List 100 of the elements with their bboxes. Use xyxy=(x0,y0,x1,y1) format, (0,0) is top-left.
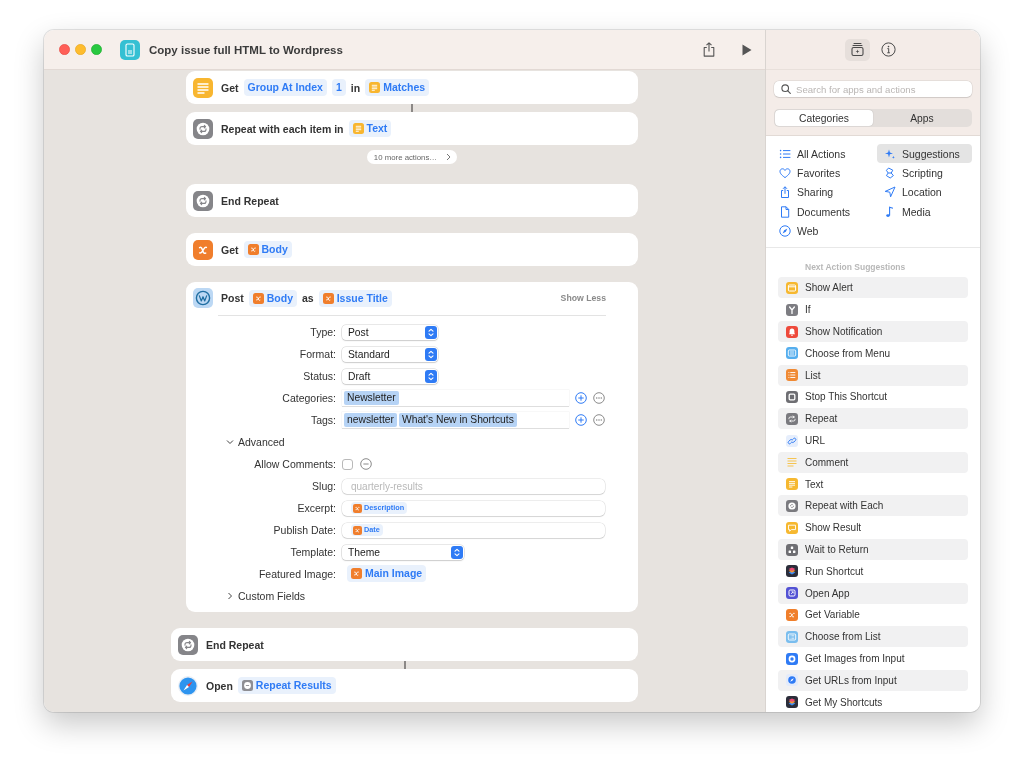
segment-tab[interactable]: Apps xyxy=(873,110,971,126)
list-icon xyxy=(779,147,791,160)
variable-icon xyxy=(247,244,259,255)
variable-icon xyxy=(353,525,362,535)
disclosure-button[interactable]: Advanced xyxy=(226,431,285,453)
list-icon xyxy=(786,630,798,643)
minus-circle-icon[interactable] xyxy=(360,458,372,470)
share-icon[interactable] xyxy=(703,42,715,57)
wordpress-logo-icon xyxy=(193,288,213,308)
layers-icon xyxy=(786,565,798,578)
popup-button[interactable]: Standard xyxy=(342,346,438,362)
variable-token[interactable]: Main Image xyxy=(347,565,427,582)
action-item[interactable]: Comment xyxy=(778,451,968,473)
document-icon xyxy=(120,39,140,60)
category-item[interactable]: Documents xyxy=(772,201,877,222)
search-field[interactable]: Search for apps and actions xyxy=(774,81,972,97)
action-label: Open xyxy=(206,679,233,692)
field-label: Allow Comments: xyxy=(254,458,336,470)
action-item[interactable]: Show Notification xyxy=(778,321,968,343)
action-item[interactable]: Run Shortcut xyxy=(778,560,968,582)
parameter-token[interactable]: 1 xyxy=(331,79,346,96)
chevron-right-icon xyxy=(446,153,452,161)
library-button[interactable] xyxy=(845,38,870,61)
category-item[interactable]: Web xyxy=(772,221,877,241)
layers-icon xyxy=(786,696,798,709)
list-icon xyxy=(786,369,798,382)
variable-icon xyxy=(786,608,798,621)
tag-token[interactable]: Newsletter xyxy=(344,391,399,405)
action-item[interactable]: Text xyxy=(778,473,968,495)
ellipsis-circle-icon[interactable] xyxy=(593,392,605,404)
action-item[interactable]: Get Variable xyxy=(778,604,968,626)
variable-icon xyxy=(193,239,213,260)
ellipsis-circle-icon[interactable] xyxy=(593,414,605,426)
action-item[interactable]: Get Images from Input xyxy=(778,648,968,670)
action-label: Post xyxy=(221,292,244,304)
action-label: End Repeat xyxy=(206,638,264,651)
repeat-icon xyxy=(786,412,798,425)
variable-token[interactable]: Issue Title xyxy=(318,289,392,307)
category-item[interactable]: Sharing xyxy=(772,182,877,202)
field-label: Slug: xyxy=(312,480,336,492)
action-item[interactable]: Repeat with Each xyxy=(778,495,968,517)
close-icon[interactable] xyxy=(59,44,70,55)
show-less-button[interactable]: Show Less xyxy=(560,293,606,303)
action-item[interactable]: Get URLs from Input xyxy=(778,669,968,691)
action-label: End Repeat xyxy=(221,194,279,207)
variable-icon xyxy=(353,503,362,513)
action-item[interactable]: Choose from Menu xyxy=(778,342,968,364)
popup-button[interactable]: Post xyxy=(342,324,438,340)
action-item[interactable]: URL xyxy=(778,430,968,452)
segment-tab[interactable]: Categories xyxy=(775,110,873,126)
minimize-icon[interactable] xyxy=(75,44,86,55)
category-item[interactable]: Scripting xyxy=(877,163,972,183)
action-item[interactable]: Stop This Shortcut xyxy=(778,386,968,408)
action-item[interactable]: If xyxy=(778,299,968,321)
speech-bubble-icon xyxy=(786,521,798,534)
plus-circle-icon[interactable] xyxy=(575,414,587,426)
circle-icon xyxy=(786,652,798,665)
category-item[interactable]: Suggestions xyxy=(877,144,972,164)
repeat-icon xyxy=(193,118,213,139)
popup-button[interactable]: Theme xyxy=(342,544,464,560)
tag-token[interactable]: newsletter xyxy=(344,413,397,427)
parameter-token[interactable]: Group At Index xyxy=(243,79,327,96)
category-item[interactable]: All Actions xyxy=(772,144,877,164)
action-label: Get xyxy=(221,243,239,256)
field-label: Featured Image: xyxy=(258,568,336,580)
input-field[interactable]: quarterly-results xyxy=(342,478,605,494)
zoom-icon[interactable] xyxy=(91,44,102,55)
variable-token[interactable]: Body xyxy=(248,289,297,307)
category-item[interactable]: Location xyxy=(877,182,972,202)
action-item[interactable]: Choose from List xyxy=(778,626,968,648)
window-title: Copy issue full HTML to Wordpress xyxy=(149,43,343,56)
action-item[interactable]: Open App xyxy=(778,582,968,604)
action-item[interactable]: Show Result xyxy=(778,517,968,539)
action-item[interactable]: Show Alert xyxy=(778,277,968,299)
category-item[interactable]: Media xyxy=(877,201,972,222)
popup-button[interactable]: Draft xyxy=(342,368,438,384)
plus-circle-icon[interactable] xyxy=(575,392,587,404)
action-item[interactable]: List xyxy=(778,364,968,386)
action-item[interactable]: Wait to Return xyxy=(778,539,968,561)
tag-token[interactable]: What's New in Shortcuts xyxy=(398,413,517,427)
stepper-icon xyxy=(425,369,437,383)
share-icon xyxy=(779,186,791,199)
variable-token[interactable]: Repeat Results xyxy=(237,677,336,694)
text-lines-icon xyxy=(193,77,213,98)
blocks-icon xyxy=(786,543,798,556)
action-item[interactable]: Get My Shortcuts xyxy=(778,691,968,712)
play-icon[interactable] xyxy=(742,43,752,56)
variable-token[interactable]: Text xyxy=(348,120,392,137)
action-label: Repeat with each item in xyxy=(221,122,344,135)
action-item[interactable]: Repeat xyxy=(778,408,968,430)
repeat-icon xyxy=(786,499,798,512)
category-item[interactable]: Favorites xyxy=(772,163,877,183)
location-arrow-icon xyxy=(884,186,896,199)
disclosure-button[interactable]: Custom Fields xyxy=(226,585,306,607)
field-label: Template: xyxy=(290,546,336,558)
stop-icon xyxy=(786,390,798,403)
document-icon xyxy=(779,205,791,218)
variable-token[interactable]: Matches xyxy=(365,79,430,96)
checkbox[interactable] xyxy=(342,458,353,470)
variable-token[interactable]: Body xyxy=(243,241,292,258)
